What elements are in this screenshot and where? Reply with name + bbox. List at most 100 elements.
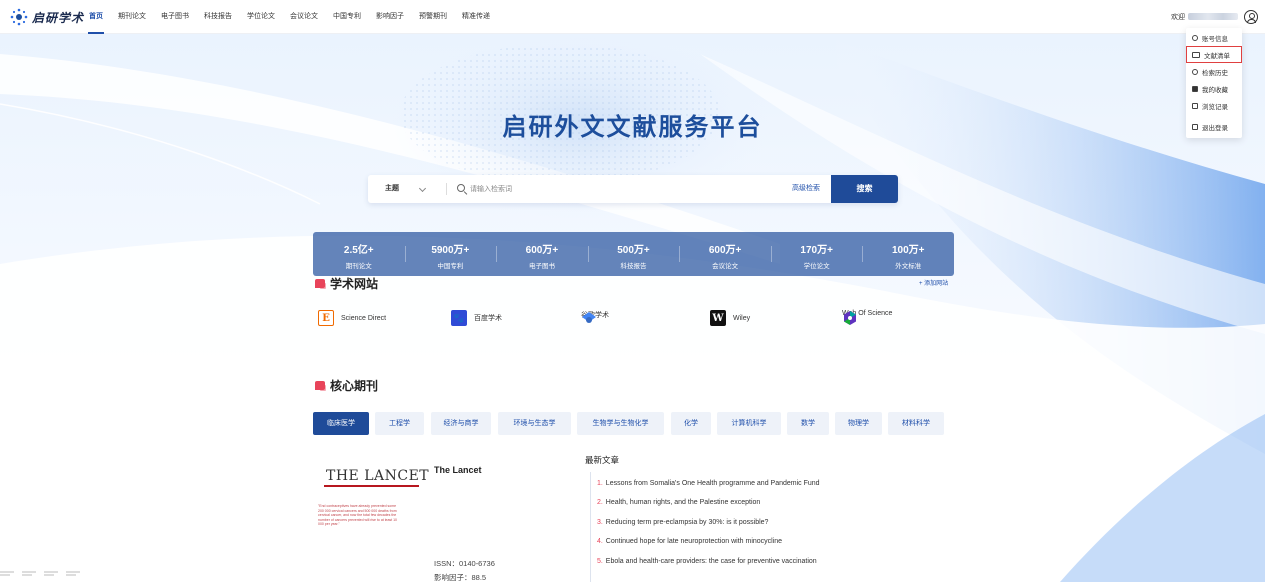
menu-item-my-favorites[interactable]: 我的收藏	[1186, 80, 1242, 97]
hero-background: 启研外文文献服务平台 主题 高级检索 搜索 2.5亿+ 期刊论文 5900万+ 中国…	[0, 34, 1265, 582]
stat-label: 电子图书	[528, 263, 555, 270]
article-title: Lessons from Somalia's One Health progra…	[605, 480, 820, 487]
stat-value: 600万+	[525, 245, 559, 256]
category-tab-mathematics[interactable]: 数学	[787, 412, 829, 435]
menu-item-search-history[interactable]: 检索历史	[1186, 63, 1242, 80]
article-number: 5.	[597, 557, 603, 565]
stat-item[interactable]: 600万+ 会议论文	[679, 232, 771, 276]
article-number: 1.	[597, 480, 603, 487]
article-item[interactable]: 1. Lessons from Somalia's One Health pro…	[597, 472, 930, 491]
brand-name: 启研学术	[32, 10, 85, 25]
welcome-label: 欢迎	[1171, 14, 1185, 21]
bookmark-icon	[1192, 85, 1198, 92]
nav-item-journal-papers[interactable]: 期刊论文	[118, 0, 146, 34]
stat-item[interactable]: 170万+ 学位论文	[770, 232, 863, 276]
nav-item-warning-journals[interactable]: 预警期刊	[419, 0, 447, 34]
article-item[interactable]: 2. Health, human rights, and the Palesti…	[597, 491, 930, 510]
stat-label: 期刊论文	[345, 263, 372, 270]
latest-articles-title: 最新文章	[585, 455, 620, 465]
stat-value: 500万+	[617, 245, 650, 256]
stats-bar: 2.5亿+ 期刊论文 5900万+ 中国专利 600万+ 电子图书 500万+ 科技报告…	[313, 232, 954, 276]
site-baidu-scholar[interactable]: 🐾 百度学术	[451, 310, 502, 326]
category-tab-computer-science[interactable]: 计算机科学	[717, 412, 781, 435]
site-google-scholar[interactable]: 谷歌学术	[581, 310, 609, 323]
article-title: Health, human rights, and the Palestine …	[605, 499, 761, 507]
menu-item-label: 我的收藏	[1202, 86, 1228, 94]
site-wiley[interactable]: W Wiley	[710, 310, 750, 326]
add-site-link[interactable]: + 添加网站	[919, 278, 948, 287]
book-open-icon	[1192, 51, 1200, 58]
nav-item-dissertations[interactable]: 学位论文	[247, 0, 275, 34]
search-type-select[interactable]: 主题	[385, 175, 399, 203]
search-divider	[446, 183, 447, 195]
category-tab-environment-ecology[interactable]: 环境与生态学	[498, 412, 571, 435]
academic-sites-heading: 学术网站	[315, 275, 378, 292]
menu-item-label: 文献清单	[1204, 52, 1230, 60]
nav-item-tech-reports[interactable]: 科技报告	[204, 0, 232, 34]
article-number: 4.	[597, 538, 603, 546]
hero-title: 启研外文文献服务平台	[502, 113, 763, 141]
brand-logo[interactable]: 启研学术	[10, 8, 84, 26]
category-tab-biology-biochemistry[interactable]: 生物学与生物化学	[577, 412, 664, 435]
article-title: Ebola and health-care providers: the cas…	[605, 557, 817, 565]
menu-item-browse-history[interactable]: 浏览记录	[1186, 97, 1242, 114]
journal-issn: ISSN：0140-6736	[434, 559, 495, 568]
brand-mark-icon	[10, 8, 28, 26]
site-web-of-science[interactable]: Web Of Science	[842, 310, 892, 325]
article-item[interactable]: 4. Continued hope for late neuroprotecti…	[597, 530, 930, 549]
category-tab-clinical-medicine[interactable]: 临床医学	[313, 412, 369, 435]
menu-item-label: 检索历史	[1202, 69, 1228, 77]
chat-bubble-icon	[315, 381, 326, 391]
category-tab-physics[interactable]: 物理学	[835, 412, 882, 435]
category-tab-chemistry[interactable]: 化学	[671, 412, 711, 435]
category-tab-engineering[interactable]: 工程学	[375, 412, 424, 435]
journal-cover-title[interactable]: THE LANCET	[326, 468, 429, 484]
search-button[interactable]: 搜索	[831, 175, 898, 203]
category-tab-materials-science[interactable]: 材料科学	[888, 412, 944, 435]
journal-impact-factor: 影响因子：88.5	[434, 573, 487, 582]
stat-label: 学位论文	[803, 263, 830, 270]
core-journals-heading: 核心期刊	[315, 377, 378, 394]
search-icon	[457, 184, 465, 192]
article-title: Continued hope for late neuroprotection …	[605, 538, 783, 546]
article-item[interactable]: 3. Reducing term pre-eclampsia by 30%: i…	[597, 511, 930, 530]
user-avatar-icon[interactable]	[1244, 10, 1258, 24]
stat-item[interactable]: 500万+ 科技报告	[587, 232, 680, 276]
nav-item-impact-factor[interactable]: 影响因子	[376, 0, 404, 34]
nav-item-ebooks[interactable]: 电子图书	[161, 0, 189, 34]
wiley-logo-icon: W	[710, 310, 726, 326]
nav-item-conference-papers[interactable]: 会议论文	[290, 0, 318, 34]
chevron-down-icon[interactable]	[418, 184, 427, 193]
nav-item-home[interactable]: 首页	[88, 0, 104, 34]
menu-item-label: 浏览记录	[1202, 103, 1228, 111]
site-name: Science Direct	[341, 314, 387, 322]
stat-item[interactable]: 600万+ 电子图书	[496, 232, 588, 276]
advanced-search-link[interactable]: 高级检索	[792, 175, 820, 203]
stat-value: 100万+	[891, 245, 925, 256]
journal-name[interactable]: The Lancet	[434, 465, 482, 475]
journal-cover-rule	[324, 485, 419, 487]
site-science-direct[interactable]: E Science Direct	[318, 310, 386, 326]
stat-item[interactable]: 100万+ 外文标准	[862, 232, 954, 276]
menu-item-label: 账号信息	[1202, 35, 1228, 43]
user-circle-icon	[1192, 34, 1198, 41]
username-redacted	[1188, 13, 1238, 20]
menu-item-literature-list[interactable]: 文献清单	[1186, 46, 1242, 63]
article-item[interactable]: 5. Ebola and health-care providers: the …	[597, 550, 930, 569]
logout-icon	[1192, 123, 1198, 130]
section-title: 核心期刊	[330, 379, 379, 393]
web-of-science-icon	[844, 311, 856, 325]
nav-item-china-patents[interactable]: 中国专利	[333, 0, 361, 34]
category-tab-economics-business[interactable]: 经济与商学	[431, 412, 491, 435]
menu-item-account-info[interactable]: 账号信息	[1186, 29, 1242, 46]
science-direct-logo-icon: E	[318, 310, 334, 326]
nav-item-precise-delivery[interactable]: 精准传递	[462, 0, 490, 34]
menu-item-logout[interactable]: 退出登录	[1186, 118, 1242, 135]
stat-value: 170万+	[800, 245, 833, 256]
article-title: Reducing term pre-eclampsia by 30%: is i…	[605, 518, 769, 526]
search-input[interactable]	[470, 182, 770, 196]
stat-item[interactable]: 2.5亿+ 期刊论文	[313, 232, 405, 276]
history-icon	[1192, 68, 1198, 75]
stat-item[interactable]: 5900万+ 中国专利	[404, 232, 497, 276]
welcome-text[interactable]: 欢迎	[1171, 12, 1238, 22]
